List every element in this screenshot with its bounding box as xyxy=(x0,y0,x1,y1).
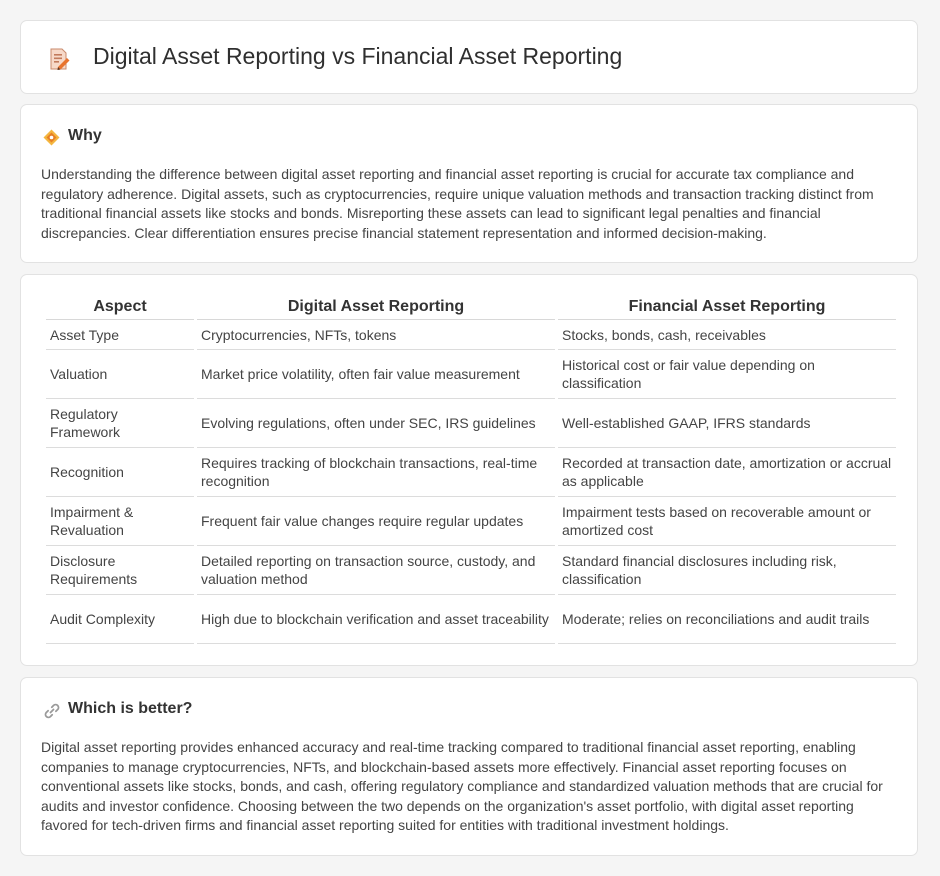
table-cell-financial: Stocks, bonds, cash, receivables xyxy=(558,320,896,350)
table-cell-aspect: Recognition xyxy=(46,448,194,497)
table-row: Valuation Market price volatility, often… xyxy=(46,350,896,399)
table-row: Audit Complexity High due to blockchain … xyxy=(46,595,896,644)
title-card: Digital Asset Reporting vs Financial Ass… xyxy=(20,20,918,94)
page-title: Digital Asset Reporting vs Financial Ass… xyxy=(93,43,623,69)
table-row: Asset Type Cryptocurrencies, NFTs, token… xyxy=(46,320,896,350)
document-pencil-icon xyxy=(47,47,71,76)
table-cell-aspect: Valuation xyxy=(46,350,194,399)
table-cell-aspect: Disclosure Requirements xyxy=(46,546,194,595)
table-cell-digital: High due to blockchain verification and … xyxy=(197,595,555,644)
table-row: Impairment & Revaluation Frequent fair v… xyxy=(46,497,896,546)
table-cell-financial: Moderate; relies on reconciliations and … xyxy=(558,595,896,644)
table-row: Disclosure Requirements Detailed reporti… xyxy=(46,546,896,595)
which-is-better-heading: Which is better? xyxy=(68,700,193,717)
comparison-table: Aspect Digital Asset Reporting Financial… xyxy=(43,295,899,644)
table-cell-aspect: Audit Complexity xyxy=(46,595,194,644)
table-cell-financial: Standard financial disclosures including… xyxy=(558,546,896,595)
table-cell-financial: Recorded at transaction date, amortizati… xyxy=(558,448,896,497)
table-cell-digital: Cryptocurrencies, NFTs, tokens xyxy=(197,320,555,350)
diamond-icon xyxy=(43,129,60,151)
why-heading: Why xyxy=(68,127,102,144)
table-cell-aspect: Regulatory Framework xyxy=(46,399,194,448)
table-cell-aspect: Asset Type xyxy=(46,320,194,350)
table-cell-aspect: Impairment & Revaluation xyxy=(46,497,194,546)
which-is-better-section: Which is better? Digital asset reporting… xyxy=(20,677,918,856)
table-row: Recognition Requires tracking of blockch… xyxy=(46,448,896,497)
comparison-section: Aspect Digital Asset Reporting Financial… xyxy=(20,274,918,666)
table-cell-digital: Requires tracking of blockchain transact… xyxy=(197,448,555,497)
column-header-financial: Financial Asset Reporting xyxy=(558,295,896,320)
table-cell-financial: Historical cost or fair value depending … xyxy=(558,350,896,399)
table-cell-digital: Frequent fair value changes require regu… xyxy=(197,497,555,546)
table-cell-financial: Impairment tests based on recoverable am… xyxy=(558,497,896,546)
column-header-aspect: Aspect xyxy=(46,295,194,320)
which-is-better-text: Digital asset reporting provides enhance… xyxy=(41,739,883,834)
table-cell-financial: Well-established GAAP, IFRS standards xyxy=(558,399,896,448)
column-header-digital: Digital Asset Reporting xyxy=(197,295,555,320)
table-header-row: Aspect Digital Asset Reporting Financial… xyxy=(46,295,896,320)
why-text: Understanding the difference between dig… xyxy=(41,166,874,241)
table-cell-digital: Evolving regulations, often under SEC, I… xyxy=(197,399,555,448)
why-section: Why Understanding the difference between… xyxy=(20,104,918,263)
link-icon xyxy=(43,702,61,725)
table-row: Regulatory Framework Evolving regulation… xyxy=(46,399,896,448)
table-cell-digital: Detailed reporting on transaction source… xyxy=(197,546,555,595)
table-cell-digital: Market price volatility, often fair valu… xyxy=(197,350,555,399)
